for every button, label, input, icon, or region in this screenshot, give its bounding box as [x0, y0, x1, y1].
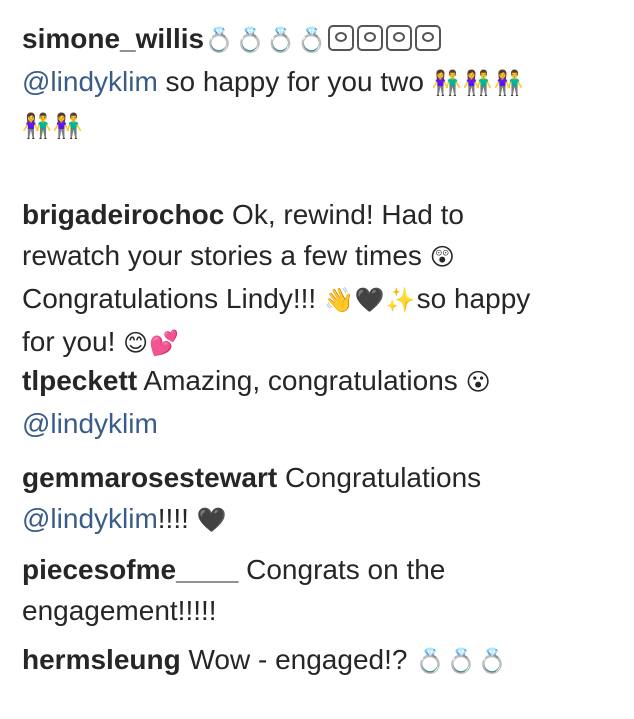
emoji-icons: 😮	[465, 368, 492, 396]
comment: simone_willis💍💍💍💍 @lindyklim so happy for…	[22, 18, 524, 147]
comment-text: so happy for you two	[157, 66, 432, 97]
emoji-icons: 👋🖤✨	[323, 286, 417, 314]
username-link[interactable]: tlpeckett	[22, 365, 137, 396]
face-with-tie-icon	[414, 25, 441, 51]
emoji-icons: 💍💍💍	[415, 647, 508, 675]
username-link[interactable]: hermsleung	[22, 644, 181, 675]
comment-text: rewatch your stories a few times	[22, 240, 430, 271]
comment-text: Wow - engaged!?	[180, 644, 416, 675]
face-with-tie-icon	[385, 25, 412, 51]
face-icons	[327, 23, 444, 54]
emoji-icons: 👫👫👫	[431, 69, 525, 97]
comment-text: !!!!	[157, 503, 197, 534]
comment-text: Congratulations	[277, 462, 482, 493]
username-link[interactable]: piecesofme____	[22, 554, 238, 585]
comment: gemmarosestewart Congratulations @lindykl…	[22, 457, 481, 541]
emoji-icons: 👫👫	[22, 112, 84, 140]
emoji-icons: 😊💕	[123, 329, 181, 357]
face-with-tie-icon	[327, 25, 354, 51]
comment-text: Amazing, congratulations	[137, 365, 466, 396]
comment: piecesofme____ Congrats on the engagement…	[22, 549, 445, 631]
username-link[interactable]: gemmarosestewart	[22, 462, 277, 493]
face-with-tie-icon	[356, 25, 383, 51]
comment-text: Congrats on the	[238, 554, 446, 585]
comment: brigadeirochoc Ok, rewind! Had to rewatch…	[22, 194, 530, 364]
mention-link[interactable]: @lindyklim	[22, 503, 158, 534]
emoji-icons: 😲	[429, 243, 456, 271]
mention-link[interactable]: @lindyklim	[22, 66, 158, 97]
comment-text: engagement!!!!!	[22, 595, 217, 626]
comment-text: Ok, rewind! Had to	[224, 199, 464, 230]
emoji-icons: 💍💍💍💍	[204, 26, 328, 54]
username-link[interactable]: simone_willis	[22, 23, 204, 54]
comment-text: Congratulations Lindy!!!	[22, 283, 324, 314]
comment: hermsleung Wow - engaged!? 💍💍💍	[22, 639, 508, 682]
comment-text: so happy	[416, 283, 531, 314]
username-link[interactable]: brigadeirochoc	[22, 199, 224, 230]
emoji-icons: 🖤	[196, 506, 228, 534]
comment-text: for you!	[22, 326, 124, 357]
comment: tlpeckett Amazing, congratulations 😮 @lin…	[22, 360, 492, 444]
mention-link[interactable]: @lindyklim	[22, 408, 158, 439]
